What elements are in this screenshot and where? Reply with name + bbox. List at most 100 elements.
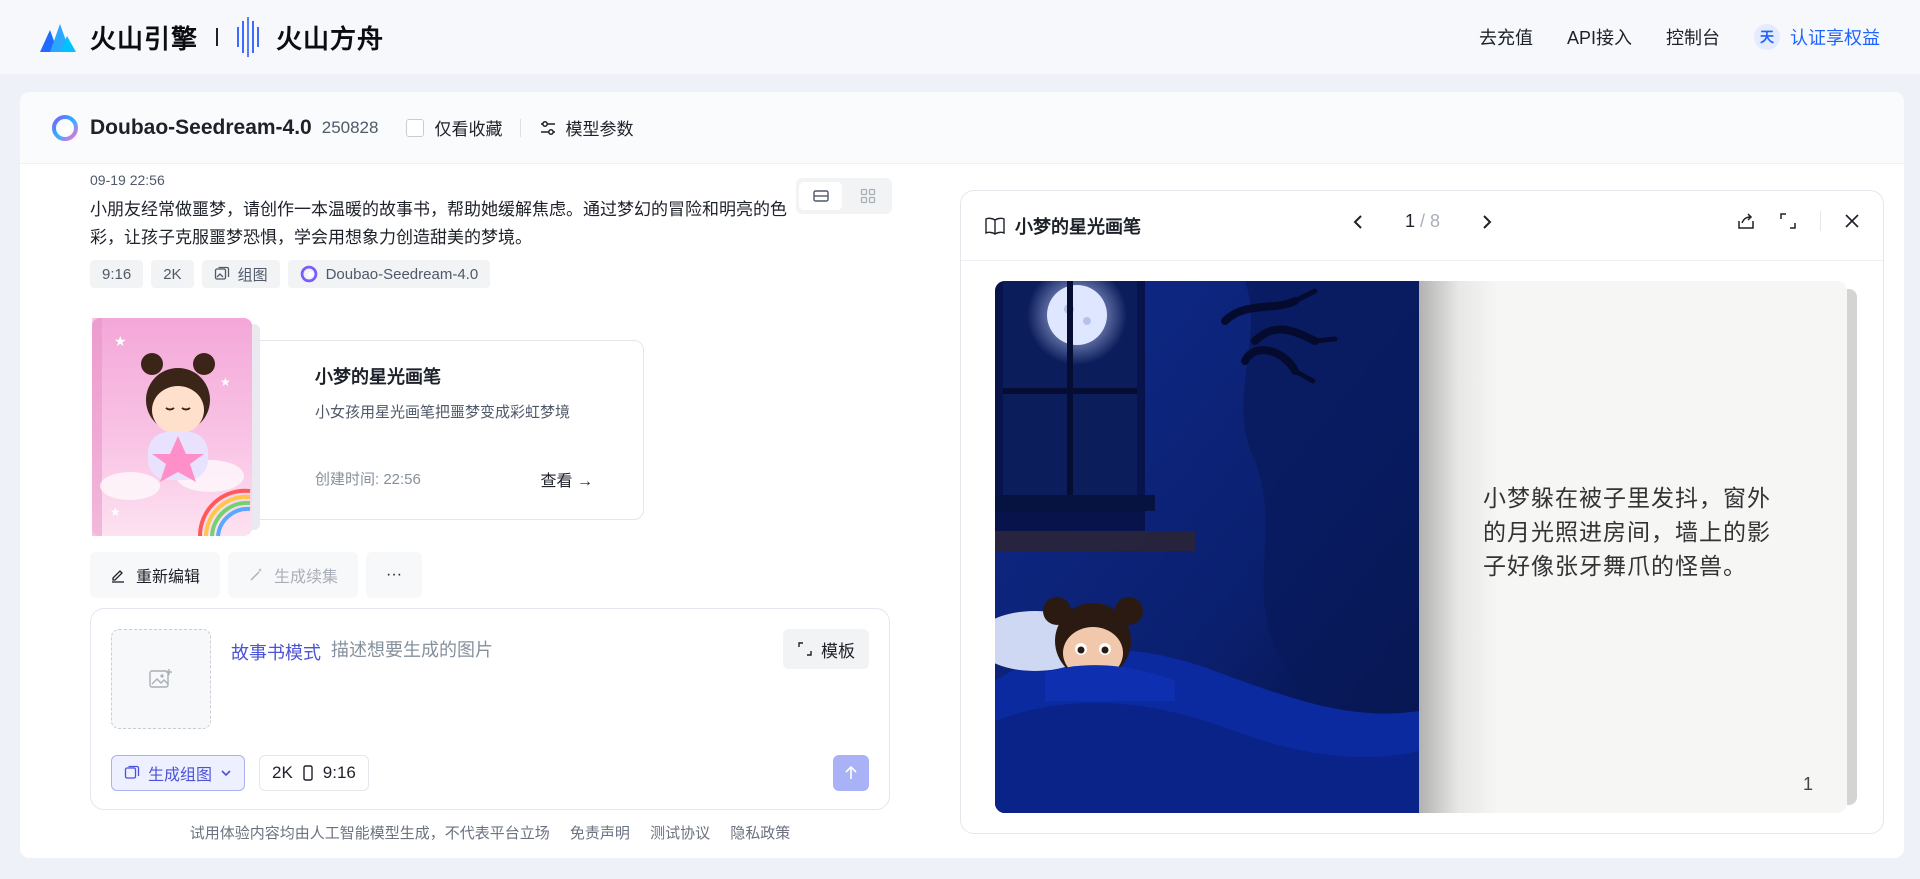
arrow-up-icon xyxy=(845,765,857,779)
generation-type-select[interactable]: 生成组图 xyxy=(111,755,246,791)
page-edge xyxy=(1847,289,1857,805)
prompt-input[interactable] xyxy=(331,635,731,665)
footer-disclaimer-link[interactable]: 免责声明 xyxy=(570,825,630,842)
fullscreen-icon[interactable] xyxy=(1778,211,1798,231)
brand[interactable]: 火山引擎 火山方舟 xyxy=(40,17,384,57)
share-icon[interactable] xyxy=(1736,211,1756,231)
book-spread[interactable]: 小梦躲在被子里发抖，窗外的月光照进房间，墙上的影子好像张牙舞爪的怪兽。 1 xyxy=(995,281,1857,813)
doubao-model-icon xyxy=(300,265,317,283)
favorites-filter[interactable]: 仅看收藏 xyxy=(406,115,502,140)
svg-text:★: ★ xyxy=(220,375,231,389)
story-page-text: 小梦躲在被子里发抖，窗外的月光照进房间，墙上的影子好像张牙舞爪的怪兽。 xyxy=(1483,485,1771,579)
auth-benefits-link[interactable]: 天 认证享权益 xyxy=(1754,24,1880,50)
template-button[interactable]: 模板 xyxy=(783,629,869,669)
storybook-view-label: 查看 xyxy=(540,473,573,490)
brand-secondary: 火山方舟 xyxy=(276,23,385,54)
tag-resolution: 2K xyxy=(151,260,194,288)
top-nav: 去充值 API接入 控制台 天 认证享权益 xyxy=(1479,24,1880,50)
nav-recharge[interactable]: 去充值 xyxy=(1479,24,1533,50)
story-illustration xyxy=(995,281,1419,813)
storybook-reader: 小梦的星光画笔 1 / 8 小梦躲在被子里发抖，窗外的月光照进房间，墙上的影子好… xyxy=(960,190,1884,834)
generate-sequel-button[interactable]: 生成续集 xyxy=(228,552,359,598)
page-number: 1 xyxy=(1802,774,1813,794)
generation-type-label: 生成组图 xyxy=(148,767,213,784)
storybook-cover-image[interactable]: ★ ★ ★ xyxy=(90,316,268,538)
tag-model-label: Doubao-Seedream-4.0 xyxy=(325,265,479,283)
close-icon[interactable] xyxy=(1843,212,1861,230)
brand-primary: 火山引擎 xyxy=(90,23,199,54)
doubao-model-icon xyxy=(52,114,78,141)
prompt-composer: 故事书模式 模板 生成组图 2K xyxy=(90,608,890,810)
model-params-button[interactable]: 模型参数 xyxy=(539,115,633,140)
ratio-value: 9:16 xyxy=(322,763,356,782)
chevron-down-icon xyxy=(221,770,231,777)
storybook-view-link[interactable]: 查看 → xyxy=(541,467,593,491)
size-ratio-select[interactable]: 2K 9:16 xyxy=(259,755,369,791)
template-label: 模板 xyxy=(821,641,855,661)
reader-toolbar xyxy=(1736,211,1861,231)
page-navigator: 1 / 8 xyxy=(1351,211,1494,232)
tag-type-label: 组图 xyxy=(237,266,268,284)
storybook-mode-label[interactable]: 故事书模式 xyxy=(231,639,321,665)
divider xyxy=(520,118,522,137)
portrait-ratio-icon xyxy=(303,765,313,781)
send-button[interactable] xyxy=(833,755,869,791)
image-upload[interactable] xyxy=(111,629,211,729)
expand-icon xyxy=(798,642,812,656)
footer-disclaimer: 试用体验内容均由人工智能模型生成，不代表平台立场 xyxy=(189,825,550,842)
storybook-subtitle: 小女孩用星光画笔把噩梦变成彩虹梦境 xyxy=(315,404,571,421)
edit-icon xyxy=(112,570,124,583)
reader-header: 小梦的星光画笔 1 / 8 xyxy=(961,191,1883,261)
message-actions: 重新编辑 生成续集 ··· xyxy=(90,552,423,598)
storybook-info: 小梦的星光画笔 小女孩用星光画笔把噩梦变成彩虹梦境 创建时间: 22:56 查看… xyxy=(230,340,644,520)
prev-page-icon[interactable] xyxy=(1351,213,1365,231)
top-header: 火山引擎 火山方舟 去充值 API接入 控制台 天 认证享权益 xyxy=(0,0,1920,74)
resolution-value: 2K xyxy=(272,763,293,782)
list-view-icon xyxy=(812,190,829,202)
storybook-created-time: 创建时间: 22:56 xyxy=(315,471,421,488)
model-name[interactable]: Doubao-Seedream-4.0 xyxy=(90,116,312,140)
story-text-page: 小梦躲在被子里发抖，窗外的月光照进房间，墙上的影子好像张牙舞爪的怪兽。 1 xyxy=(1419,281,1857,813)
footer-test-agreement-link[interactable]: 测试协议 xyxy=(650,825,710,842)
re-edit-button[interactable]: 重新编辑 xyxy=(90,552,221,598)
single-view-button[interactable] xyxy=(799,182,842,210)
page-indicator: 1 / 8 xyxy=(1405,211,1440,232)
divider xyxy=(1820,211,1821,231)
nav-api-access[interactable]: API接入 xyxy=(1567,24,1632,50)
favorites-checkbox[interactable] xyxy=(406,118,425,137)
brand-divider xyxy=(216,28,219,46)
footer-privacy-link[interactable]: 隐私政策 xyxy=(730,825,790,842)
volcano-logo-icon xyxy=(40,24,76,52)
open-book-icon xyxy=(985,217,1005,235)
nav-console[interactable]: 控制台 xyxy=(1666,24,1720,50)
svg-text:★: ★ xyxy=(110,505,121,519)
avatar: 天 xyxy=(1754,24,1780,50)
model-params-label: 模型参数 xyxy=(565,120,634,139)
svg-text:★: ★ xyxy=(114,333,127,349)
model-version: 250828 xyxy=(321,117,379,137)
next-page-icon[interactable] xyxy=(1480,213,1494,231)
favorites-label: 仅看收藏 xyxy=(434,120,503,139)
re-edit-label: 重新编辑 xyxy=(136,569,201,586)
generation-tags: 9:16 2K 组图 Doubao-Seedream-4.0 xyxy=(90,260,491,288)
tag-ratio: 9:16 xyxy=(90,260,144,288)
arrow-right-icon: → xyxy=(577,473,593,490)
reader-title: 小梦的星光画笔 xyxy=(985,213,1141,239)
auth-label: 认证享权益 xyxy=(1790,28,1880,48)
model-bar: Doubao-Seedream-4.0 250828 仅看收藏 模型参数 xyxy=(20,92,1904,164)
total-pages: / 8 xyxy=(1420,211,1441,231)
grid-view-icon xyxy=(860,188,875,204)
sliders-icon xyxy=(541,120,556,135)
storybook-title: 小梦的星光画笔 xyxy=(315,367,441,387)
storybook-card[interactable]: 小梦的星光画笔 小女孩用星光画笔把噩梦变成彩虹梦境 创建时间: 22:56 查看… xyxy=(90,316,644,538)
magic-wand-icon xyxy=(250,568,263,581)
grid-view-button[interactable] xyxy=(846,182,889,210)
tag-model: Doubao-Seedream-4.0 xyxy=(287,260,491,288)
generate-sequel-label: 生成续集 xyxy=(274,569,339,586)
more-actions-button[interactable]: ··· xyxy=(366,552,423,598)
message-timestamp: 09-19 22:56 xyxy=(90,172,165,188)
reader-title-label: 小梦的星光画笔 xyxy=(1015,216,1141,237)
current-page: 1 xyxy=(1405,211,1416,231)
add-image-icon xyxy=(149,669,172,688)
user-prompt: 小朋友经常做噩梦，请创作一本温暖的故事书，帮助她缓解焦虑。通过梦幻的冒险和明亮的… xyxy=(90,200,787,247)
